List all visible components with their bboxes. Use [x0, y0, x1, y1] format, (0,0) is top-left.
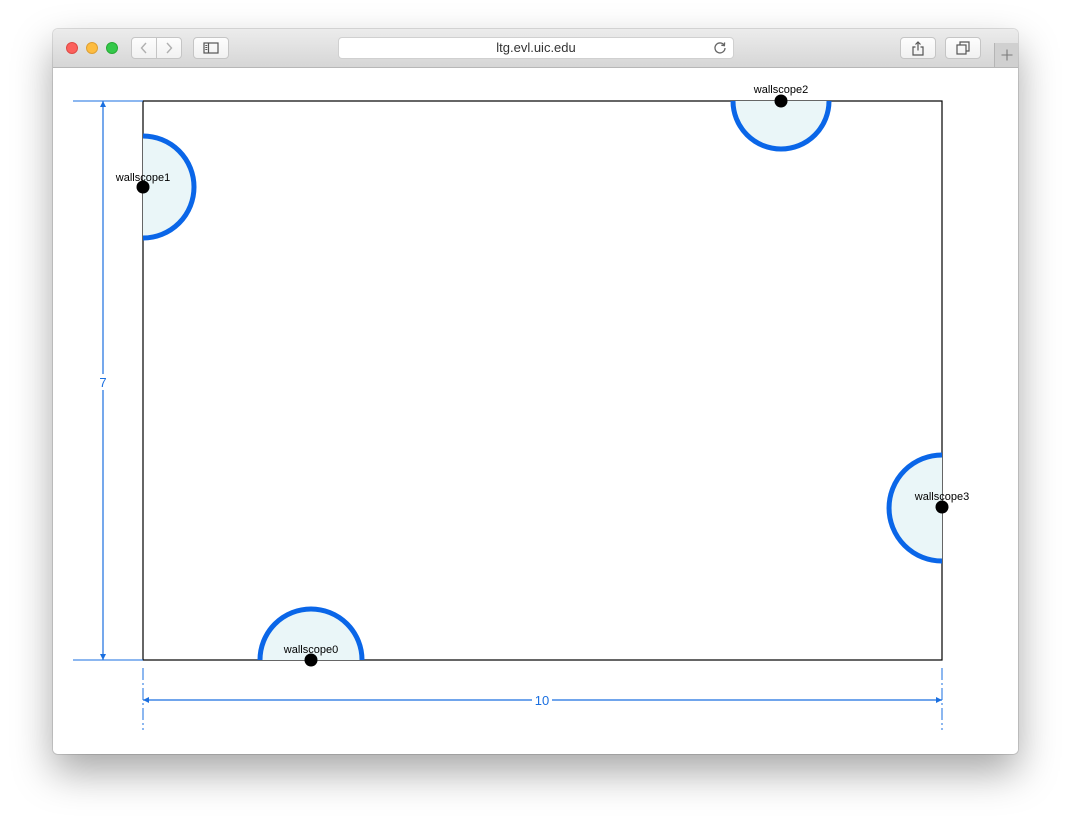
- wallscope-1[interactable]: wallscope1: [115, 133, 197, 241]
- chevron-right-icon: [166, 42, 173, 54]
- width-dimension: 10: [142, 668, 943, 730]
- forward-button[interactable]: [156, 37, 182, 59]
- page-content: 7 10 wallscope0 wallscope1 wallscope2 wa…: [53, 68, 1018, 754]
- new-tab-button[interactable]: [994, 43, 1018, 67]
- sidebar-icon: [203, 42, 219, 54]
- back-button[interactable]: [131, 37, 157, 59]
- address-bar[interactable]: ltg.evl.uic.edu: [338, 37, 734, 59]
- chevron-left-icon: [140, 42, 147, 54]
- wallscope-0[interactable]: wallscope0: [257, 606, 365, 667]
- sidebar-button[interactable]: [193, 37, 229, 59]
- wallscope-2-label: wallscope2: [753, 84, 808, 96]
- height-dimension: 7: [73, 100, 143, 661]
- wallscope-3[interactable]: wallscope3: [886, 452, 969, 564]
- title-bar: ltg.evl.uic.edu: [53, 29, 1018, 68]
- plus-icon: [1001, 49, 1012, 61]
- wallscope-3-sensor[interactable]: [935, 500, 949, 514]
- minimize-window-button[interactable]: [86, 42, 98, 54]
- tab-overview-button[interactable]: [945, 37, 981, 59]
- wallscope-1-range: [142, 133, 197, 241]
- wallscope-0-sensor[interactable]: [304, 653, 318, 667]
- tab-overview-icon: [956, 41, 970, 55]
- wallscope-2[interactable]: wallscope2: [730, 84, 832, 152]
- room-outline: [142, 100, 943, 661]
- browser-window: ltg.evl.uic.edu 7 10 wallscope0 wallscop…: [53, 29, 1018, 754]
- wallscope-2-sensor[interactable]: [774, 94, 788, 108]
- height-label: 7: [99, 375, 106, 390]
- width-label: 10: [535, 693, 549, 708]
- room-diagram: 7 10 wallscope0 wallscope1 wallscope2 wa…: [73, 84, 969, 730]
- wallscope-2-range: [730, 100, 832, 152]
- close-window-button[interactable]: [66, 42, 78, 54]
- wallscope-1-sensor[interactable]: [136, 180, 150, 194]
- zoom-window-button[interactable]: [106, 42, 118, 54]
- wallscope-3-range: [886, 452, 943, 564]
- share-button[interactable]: [900, 37, 936, 59]
- url-text: ltg.evl.uic.edu: [496, 40, 576, 55]
- reload-icon[interactable]: [713, 41, 727, 55]
- share-icon: [912, 40, 924, 56]
